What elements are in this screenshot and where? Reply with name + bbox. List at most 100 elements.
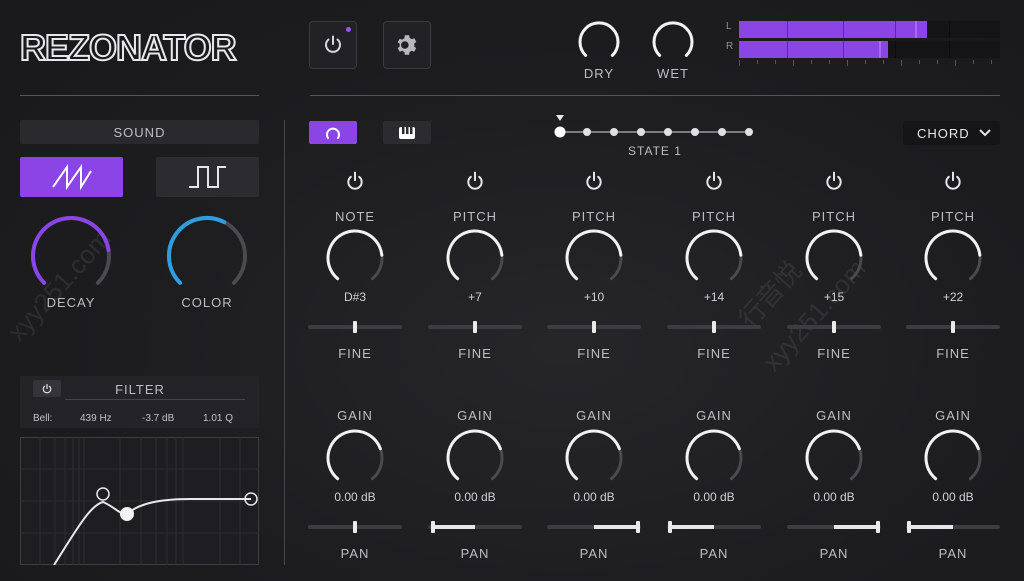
- voice-power-button[interactable]: [943, 170, 963, 192]
- pan-slider[interactable]: [787, 521, 881, 533]
- saw-wave-button[interactable]: [20, 157, 123, 197]
- fine-slider[interactable]: [428, 321, 522, 333]
- slider-thumb[interactable]: [832, 321, 836, 333]
- state-step[interactable]: [664, 128, 672, 136]
- state-step[interactable]: [610, 128, 618, 136]
- state-sequencer[interactable]: [550, 113, 760, 141]
- resonator-mode-button[interactable]: [309, 121, 357, 144]
- power-icon: [42, 383, 52, 393]
- meter-tick: [793, 60, 794, 66]
- fine-label: FINE: [817, 346, 851, 361]
- slider-thumb[interactable]: [906, 521, 911, 533]
- filter-handle[interactable]: [120, 507, 134, 521]
- pan-slider[interactable]: [308, 521, 402, 533]
- keyboard-mode-button[interactable]: [383, 121, 431, 144]
- gain-value: 0.00 dB: [932, 490, 974, 504]
- pitch-knob[interactable]: [563, 227, 625, 289]
- meter-tick: [973, 60, 974, 64]
- slider-thumb[interactable]: [353, 521, 357, 533]
- filter-power-button[interactable]: [33, 380, 61, 397]
- settings-button[interactable]: [383, 21, 431, 69]
- state-step[interactable]: [691, 128, 699, 136]
- state-step[interactable]: [554, 126, 566, 138]
- slider-thumb[interactable]: [430, 521, 435, 533]
- pitch-knob[interactable]: [803, 227, 865, 289]
- pitch-knob[interactable]: [444, 227, 506, 289]
- fine-slider[interactable]: [667, 321, 761, 333]
- pan-fill: [908, 525, 953, 529]
- filter-q: 1.01 Q: [203, 413, 234, 424]
- voice-pitch-value: +10: [583, 290, 605, 304]
- pan-slider[interactable]: [667, 521, 761, 533]
- slider-thumb[interactable]: [876, 521, 881, 533]
- meter-tick: [739, 60, 740, 66]
- fine-slider[interactable]: [787, 321, 881, 333]
- meter-right-label: R: [726, 41, 734, 52]
- divider: [65, 399, 245, 400]
- pitch-knob[interactable]: [922, 227, 984, 289]
- mode-dropdown[interactable]: CHORD: [903, 121, 1000, 145]
- state-step[interactable]: [583, 128, 591, 136]
- state-step[interactable]: [745, 128, 753, 136]
- slider-thumb[interactable]: [712, 321, 716, 333]
- voice-power-button[interactable]: [345, 170, 365, 192]
- power-button[interactable]: [309, 21, 357, 69]
- slider-thumb[interactable]: [353, 321, 357, 333]
- dry-knob[interactable]: [577, 20, 621, 64]
- voice-power-button[interactable]: [704, 170, 724, 192]
- sound-header: SOUND: [20, 120, 259, 144]
- mode-dropdown-label: CHORD: [917, 126, 970, 141]
- fine-slider[interactable]: [308, 321, 402, 333]
- meter-tick: [883, 60, 884, 64]
- meter-tick: [991, 60, 992, 64]
- voice-pitch-value: +22: [942, 290, 964, 304]
- note-knob[interactable]: [324, 227, 386, 289]
- gain-knob[interactable]: [563, 427, 625, 489]
- fine-slider[interactable]: [547, 321, 641, 333]
- saw-wave-icon: [51, 163, 92, 191]
- gain-knob[interactable]: [803, 427, 865, 489]
- slider-thumb[interactable]: [592, 321, 596, 333]
- pan-slider[interactable]: [906, 521, 1000, 533]
- state-step[interactable]: [637, 128, 645, 136]
- state-label: STATE 1: [628, 144, 682, 158]
- gain-label: GAIN: [337, 408, 373, 423]
- slider-thumb[interactable]: [473, 321, 477, 333]
- slider-thumb[interactable]: [667, 521, 672, 533]
- state-step[interactable]: [718, 128, 726, 136]
- gain-knob[interactable]: [324, 427, 386, 489]
- decay-knob[interactable]: [29, 214, 113, 298]
- gain-value: 0.00 dB: [573, 490, 615, 504]
- pan-slider[interactable]: [547, 521, 641, 533]
- gain-knob[interactable]: [683, 427, 745, 489]
- voice-power-button[interactable]: [824, 170, 844, 192]
- gain-value: 0.00 dB: [454, 490, 496, 504]
- gain-knob[interactable]: [444, 427, 506, 489]
- wet-knob[interactable]: [651, 20, 695, 64]
- pan-slider[interactable]: [428, 521, 522, 533]
- meter-gridline: [843, 21, 844, 38]
- voice-power-button[interactable]: [465, 170, 485, 192]
- fine-slider[interactable]: [906, 321, 1000, 333]
- slider-thumb[interactable]: [636, 521, 641, 533]
- filter-title: FILTER: [115, 382, 165, 397]
- voice-top-label: NOTE: [334, 209, 376, 224]
- voice-pitch-value: D#3: [343, 290, 366, 304]
- square-wave-button[interactable]: [156, 157, 259, 197]
- meter-gridline: [949, 21, 950, 38]
- voice-power-button[interactable]: [584, 170, 604, 192]
- slider-thumb[interactable]: [951, 321, 955, 333]
- gain-label: GAIN: [457, 408, 493, 423]
- pitch-knob[interactable]: [683, 227, 745, 289]
- gain-knob[interactable]: [922, 427, 984, 489]
- meter-tick: [937, 60, 938, 64]
- sound-title: SOUND: [113, 125, 166, 140]
- meter-tick: [865, 60, 866, 64]
- voice-top-label: PITCH: [453, 209, 497, 224]
- color-knob[interactable]: [165, 214, 249, 298]
- filter-graph[interactable]: [20, 437, 259, 565]
- voice-top-label: PITCH: [812, 209, 856, 224]
- fine-label: FINE: [697, 346, 731, 361]
- divider: [20, 95, 259, 96]
- gain-value: 0.00 dB: [334, 490, 376, 504]
